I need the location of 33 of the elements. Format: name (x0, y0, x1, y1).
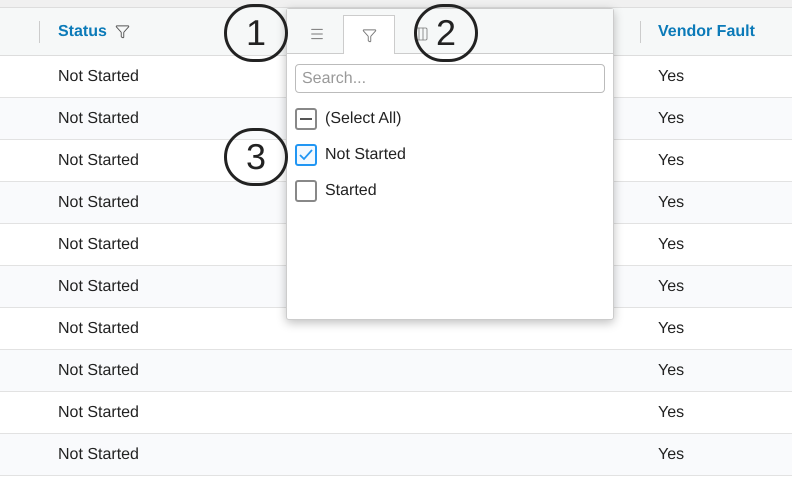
filter-icon (362, 28, 376, 42)
table-cell-text: Yes (658, 192, 684, 212)
check-icon (299, 149, 313, 161)
table-cell-text: Yes (658, 234, 684, 254)
table-cell-text: Yes (658, 66, 684, 86)
table-cell: Not Started (58, 152, 139, 168)
table-cell-text: Yes (658, 150, 684, 170)
table-cell-text: Yes (658, 360, 684, 380)
checkbox[interactable] (295, 180, 317, 202)
checkbox[interactable] (295, 108, 317, 130)
table-cell: Not Started (58, 194, 139, 210)
table-cell-text: Yes (658, 402, 684, 422)
column-header[interactable]: Vendor Fault (658, 20, 755, 44)
table-cell: Not Started (58, 404, 139, 420)
checkbox[interactable] (295, 144, 317, 166)
option-label[interactable]: (Select All) (325, 107, 402, 131)
menu-icon (309, 26, 325, 42)
table-cell-text: Yes (658, 318, 684, 338)
search-field[interactable]: Search... (295, 64, 605, 93)
filter-icon[interactable] (114, 24, 130, 39)
table-cell-text: Yes (658, 444, 684, 464)
table-cell: Not Started (58, 236, 139, 252)
option-label[interactable]: Not Started (325, 143, 406, 167)
table-cell: Not Started (58, 110, 139, 126)
table-cell-text: Yes (658, 108, 684, 128)
table-cell: Not Started (58, 278, 139, 294)
table-cell-text: Yes (658, 276, 684, 296)
table-cell: Not Started (58, 362, 139, 378)
option-label[interactable]: Started (325, 179, 377, 203)
table-cell: Not Started (58, 68, 139, 84)
table-cell: Not Started (58, 320, 139, 336)
column-header[interactable]: Status (58, 20, 107, 44)
table-cell: Not Started (58, 446, 139, 462)
